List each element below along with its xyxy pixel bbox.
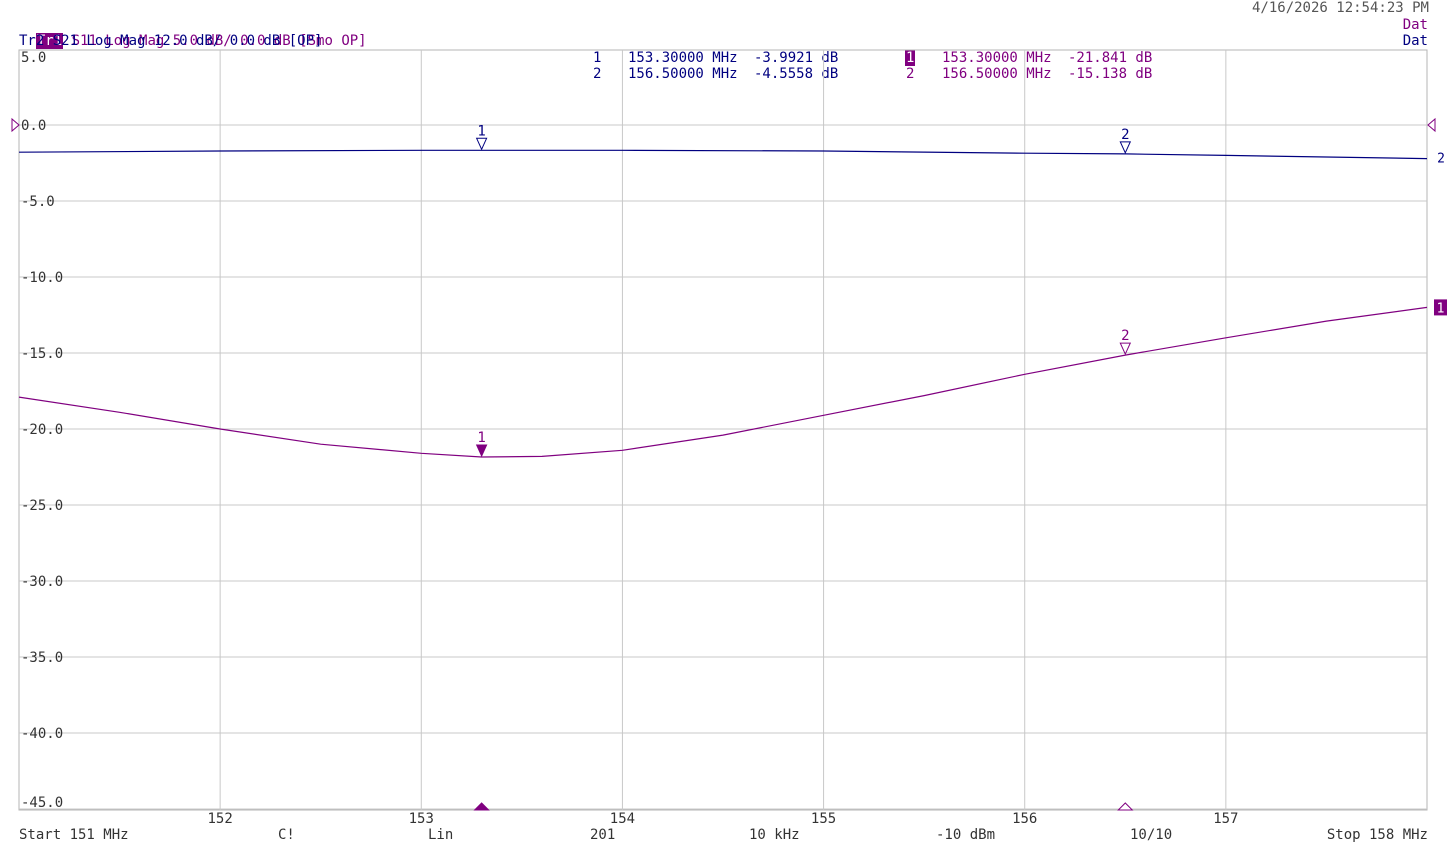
x-tick-label: 157	[1213, 811, 1238, 827]
source-power[interactable]: -10 dBm	[936, 827, 995, 843]
marker-icon	[475, 137, 488, 151]
trace-s11	[18, 306, 1428, 458]
trace-end-label: 1	[1437, 301, 1445, 316]
marker-label: 2	[1121, 328, 1129, 344]
marker-icon	[1119, 141, 1132, 155]
sweep-type[interactable]: Lin	[428, 827, 453, 843]
y-tick-label: -15.0	[21, 346, 63, 362]
marker-label: 1	[477, 430, 485, 446]
x-tick-label: 155	[811, 811, 836, 827]
y-tick-label: -25.0	[21, 498, 63, 514]
y-tick-label: 0.0	[21, 118, 46, 134]
if-bandwidth[interactable]: 10 kHz	[749, 827, 800, 843]
x-tick-label: 153	[409, 811, 434, 827]
stop-frequency[interactable]: Stop 158 MHz	[1327, 827, 1428, 843]
trace-s21	[18, 149, 1428, 160]
reference-right-icon	[1427, 117, 1436, 133]
y-tick-label: -5.0	[21, 194, 55, 210]
marker-stimulus-icon	[1117, 802, 1134, 811]
trace-end-label: 2	[1437, 152, 1445, 167]
y-tick-label: -40.0	[21, 726, 63, 742]
y-tick-label: -20.0	[21, 422, 63, 438]
y-tick-label: -45.0	[21, 795, 63, 811]
x-tick-label: 154	[610, 811, 635, 827]
marker-label: 1	[477, 123, 485, 139]
y-tick-label: 5.0	[21, 50, 46, 66]
y-tick-label: -30.0	[21, 574, 63, 590]
x-tick-label: 156	[1012, 811, 1037, 827]
start-frequency[interactable]: Start 151 MHz	[19, 827, 129, 843]
points-count[interactable]: 201	[590, 827, 615, 843]
reference-left-icon	[11, 117, 20, 133]
y-tick-label: -35.0	[21, 650, 63, 666]
x-tick-label: 152	[207, 811, 232, 827]
y-tick-label: -10.0	[21, 270, 63, 286]
marker-stimulus-icon	[473, 802, 490, 811]
marker-icon	[1119, 342, 1132, 356]
marker-icon	[475, 444, 488, 458]
averaging-count[interactable]: 10/10	[1130, 827, 1172, 843]
marker-label: 2	[1121, 127, 1129, 143]
calibration-status[interactable]: C!	[278, 827, 295, 843]
chart-plot-area[interactable]: 5.0 0.0 -5.0 -10.0 -15.0 -20.0 -25.0 -30.0 -35.0…	[0, 0, 1447, 844]
